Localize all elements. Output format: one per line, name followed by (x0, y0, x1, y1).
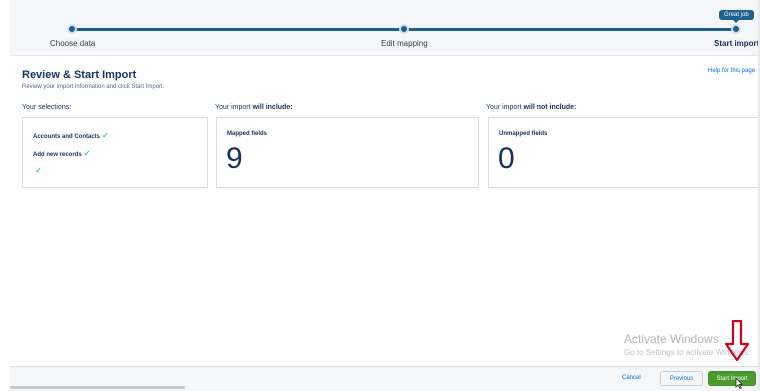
unmapped-fields-count: 0 (498, 142, 515, 175)
help-for-this-page-link[interactable]: Help for this page (708, 68, 755, 74)
includes-heading-prefix: Your import (215, 104, 253, 111)
selections-heading: Your selections: (22, 104, 72, 111)
start-import-button[interactable]: Start Import (708, 371, 756, 386)
step-dot-choose-data[interactable] (67, 24, 77, 34)
mapped-fields-label: Mapped fields (227, 131, 268, 137)
step-dot-edit-mapping[interactable] (399, 24, 409, 34)
excludes-heading: Your import will not include: (486, 104, 576, 111)
check-icon: ✓ (102, 131, 109, 140)
horizontal-scrollbar[interactable] (10, 386, 185, 389)
includes-heading: Your import will include: (215, 104, 293, 111)
step-label-start-import[interactable]: Start import (714, 39, 759, 48)
excludes-heading-bold: will not include: (523, 104, 577, 111)
great-job-tooltip: Great job (719, 10, 754, 23)
selections-box: Accounts and Contacts ✓ Add new records ✓ … (22, 117, 208, 188)
unmapped-fields-box: Unmapped fields 0 (488, 117, 758, 188)
previous-button[interactable]: Previous (660, 371, 703, 386)
mapped-fields-box: Mapped fields 9 (216, 117, 479, 188)
progress-stepper: Choose data Edit mapping Start import Gr… (10, 0, 759, 56)
selection-item: Accounts and Contacts ✓ (33, 131, 109, 140)
selection-item: ✓ (33, 166, 42, 175)
page-title: Review & Start Import (22, 69, 137, 81)
step-label-edit-mapping[interactable]: Edit mapping (381, 39, 428, 48)
includes-heading-bold: will include: (252, 104, 293, 111)
selection-item-label: Accounts and Contacts (33, 134, 101, 140)
cursor-icon (735, 378, 743, 389)
selection-item-label: Add new records (33, 152, 82, 158)
check-icon: ✓ (35, 166, 42, 175)
mapped-fields-count: 9 (226, 142, 243, 175)
unmapped-fields-label: Unmapped fields (499, 131, 548, 137)
down-arrow-icon (724, 320, 750, 362)
cancel-link[interactable]: Cancel (622, 375, 641, 381)
activate-windows-watermark-title: Activate Windows (624, 332, 719, 346)
selection-item: Add new records ✓ (33, 149, 90, 158)
excludes-heading-prefix: Your import (486, 104, 524, 111)
check-icon: ✓ (83, 149, 91, 158)
page-subtitle: Review your import information and click… (22, 84, 165, 90)
step-dot-start-import[interactable] (731, 24, 741, 34)
import-wizard: Choose data Edit mapping Start import Gr… (10, 0, 759, 391)
step-label-choose-data[interactable]: Choose data (50, 39, 95, 48)
